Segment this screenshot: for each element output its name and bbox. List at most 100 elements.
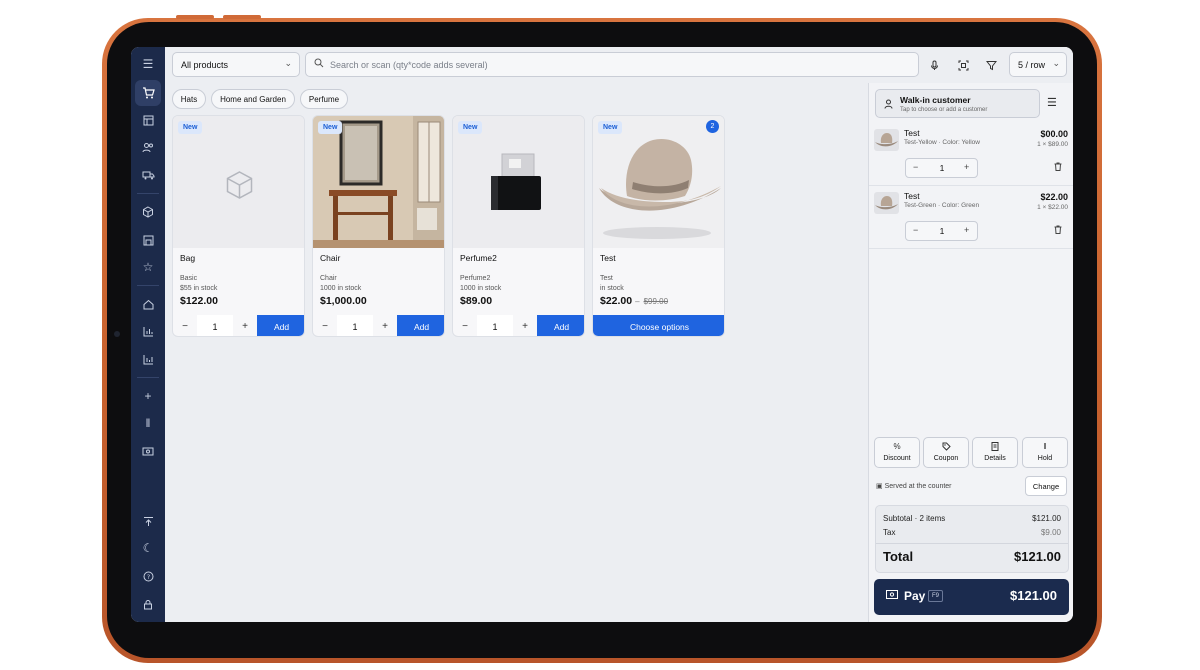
pause-icon: ‖ [1043, 442, 1047, 451]
increase-quantity-button[interactable]: + [964, 225, 969, 235]
scroll-to-top-icon[interactable] [135, 508, 161, 534]
cart-panel: Walk-in customer Tap to choose or add a … [868, 83, 1073, 622]
store-icon[interactable] [135, 227, 161, 253]
orders-icon[interactable] [135, 107, 161, 133]
filter-icon[interactable] [982, 56, 1000, 74]
tablet-camera [114, 331, 120, 337]
product-sku: Basic [180, 275, 198, 282]
cart-item-name: Test [904, 128, 920, 138]
category-select[interactable]: All products ⌄ [172, 52, 300, 77]
subtotal-value: $121.00 [1032, 514, 1061, 523]
cash-icon [886, 590, 898, 602]
trash-icon[interactable] [1054, 162, 1062, 173]
decrease-quantity-button[interactable]: − [453, 315, 477, 336]
category-chip-home-and-garden[interactable]: Home and Garden [211, 89, 295, 109]
home-icon[interactable] [135, 291, 161, 317]
choose-options-button[interactable]: Choose options [593, 315, 724, 336]
product-card-test[interactable]: New 2 Test Test in stock $22.00– $99.00 C… [592, 115, 725, 337]
chevron-down-icon: ⌄ [284, 58, 292, 68]
hamburger-menu-icon[interactable]: ☰ [135, 51, 161, 77]
decrease-quantity-button[interactable]: − [913, 225, 918, 235]
per-row-select[interactable]: 5 / row ⌄ [1009, 52, 1067, 77]
microphone-icon[interactable] [925, 56, 943, 74]
new-badge: New [318, 121, 343, 134]
tablet-top-button-2 [223, 15, 261, 19]
product-name: Chair [320, 253, 341, 263]
add-to-cart-button[interactable]: Add [257, 315, 304, 336]
lock-icon[interactable] [135, 591, 161, 617]
product-stock: $55 in stock [180, 285, 218, 292]
decrease-quantity-button[interactable]: − [173, 315, 197, 336]
product-card-bag[interactable]: New Bag Basic $55 in stock $122.00 − 1 +… [172, 115, 305, 337]
increase-quantity-button[interactable]: + [964, 162, 969, 172]
tag-icon [924, 442, 968, 453]
decrease-quantity-button[interactable]: − [913, 162, 918, 172]
cart-menu-icon[interactable]: ☰ [1047, 96, 1057, 109]
chevron-down-icon: ⌄ [1052, 58, 1060, 68]
sidebar: ☰ ☆ + ‖ ☾ ? [131, 47, 165, 622]
totals-divider [876, 543, 1068, 544]
cash-register-icon[interactable] [135, 438, 161, 464]
delivery-truck-icon[interactable] [135, 162, 161, 188]
quantity-value[interactable]: 1 [197, 315, 233, 336]
trash-icon[interactable] [1054, 225, 1062, 236]
quantity-stepper: − 1 + [905, 221, 978, 241]
service-mode: ▣ Served at the counter [876, 482, 952, 490]
cart-line-item: Test Test-Yellow · Color: Yellow $00.00 … [869, 123, 1073, 186]
sidebar-divider [137, 193, 159, 194]
svg-text:?: ? [146, 573, 149, 581]
increase-quantity-button[interactable]: + [233, 315, 257, 336]
sidebar-divider [137, 377, 159, 378]
change-service-button[interactable]: Change [1025, 476, 1067, 496]
star-icon[interactable]: ☆ [135, 254, 161, 280]
customer-selector[interactable]: Walk-in customer Tap to choose or add a … [875, 89, 1040, 118]
product-sku: Perfume2 [460, 275, 491, 282]
plus-icon[interactable]: + [135, 383, 161, 409]
discount-button[interactable]: % Discount [874, 437, 920, 468]
quantity-value[interactable]: 1 [477, 315, 513, 336]
pause-icon[interactable]: ‖ [135, 410, 161, 436]
cart-item-total: $22.00 [1040, 192, 1068, 202]
details-button[interactable]: Details [972, 437, 1018, 468]
quantity-value[interactable]: 1 [337, 315, 373, 336]
help-icon[interactable]: ? [135, 563, 161, 589]
search-input[interactable]: Search or scan (qty*code adds several) [305, 52, 919, 77]
reports-chart-icon[interactable] [135, 318, 161, 344]
product-image-hat [593, 116, 724, 248]
products-box-icon[interactable] [135, 199, 161, 225]
product-sku: Chair [320, 275, 337, 282]
product-stock: 1000 in stock [460, 285, 502, 292]
quantity-value[interactable]: 1 [934, 226, 950, 236]
increase-quantity-button[interactable]: + [373, 315, 397, 336]
quantity-stepper: − 1 + Add [173, 315, 304, 336]
product-card-perfume2[interactable]: New Perfume2 Perfume2 1000 in stock $89.… [452, 115, 585, 337]
cart-item-variant: Test-Green · Color: Green [904, 202, 980, 209]
dark-mode-moon-icon[interactable]: ☾ [135, 535, 161, 561]
quantity-stepper: − 1 + Add [453, 315, 584, 336]
new-badge: New [458, 121, 483, 134]
increase-quantity-button[interactable]: + [513, 315, 537, 336]
document-icon [973, 442, 1017, 453]
cart-item-total: $00.00 [1040, 129, 1068, 139]
pay-button[interactable]: Pay F9 $121.00 [874, 579, 1069, 615]
add-to-cart-button[interactable]: Add [397, 315, 444, 336]
price-separator: – [635, 297, 640, 306]
category-chip-perfume[interactable]: Perfume [300, 89, 348, 109]
product-card-chair[interactable]: New Chair Chair 1000 in stock $1,000.00 … [312, 115, 445, 337]
coupon-button[interactable]: Coupon [923, 437, 969, 468]
hold-label: Hold [1037, 455, 1053, 462]
cart-icon[interactable] [135, 80, 161, 106]
decrease-quantity-button[interactable]: − [313, 315, 337, 336]
add-to-cart-button[interactable]: Add [537, 315, 584, 336]
search-placeholder: Search or scan (qty*code adds several) [330, 59, 488, 70]
product-meta: Perfume2 1000 in stock [460, 274, 501, 294]
product-stock: in stock [600, 285, 624, 292]
pos-screen: ☰ ☆ + ‖ ☾ ? All products ⌄ Search or sca… [131, 47, 1073, 622]
hold-button[interactable]: ‖ Hold [1022, 437, 1068, 468]
quantity-value[interactable]: 1 [934, 163, 950, 173]
barcode-scan-icon[interactable] [954, 56, 972, 74]
customers-icon[interactable] [135, 134, 161, 160]
top-toolbar: All products ⌄ Search or scan (qty*code … [165, 47, 1073, 83]
category-chip-hats[interactable]: Hats [172, 89, 206, 109]
analytics-chart-icon[interactable] [135, 346, 161, 372]
